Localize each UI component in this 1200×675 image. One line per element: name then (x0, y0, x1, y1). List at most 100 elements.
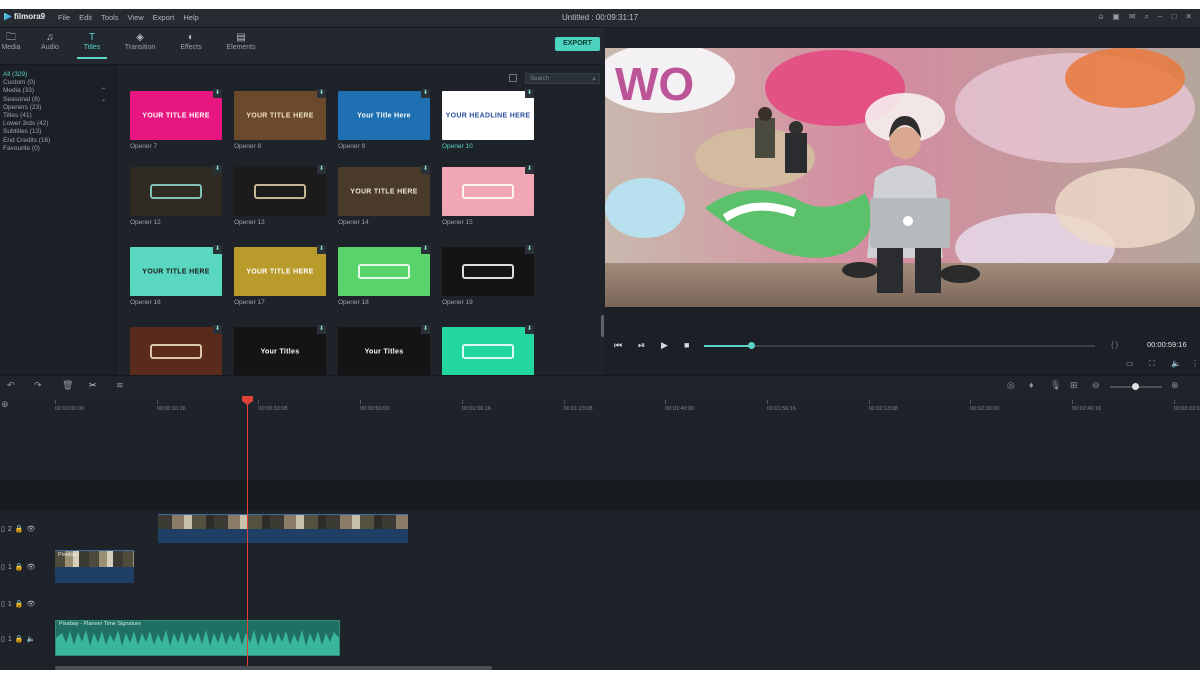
category-all[interactable]: All (329) (0, 71, 116, 79)
settings-icon[interactable]: ⋮ (1191, 359, 1199, 368)
title-thumbnail[interactable]: Your Title Here (338, 91, 430, 140)
title-thumbnail[interactable] (130, 327, 222, 376)
download-icon[interactable]: ⬇ (421, 89, 430, 98)
download-icon[interactable]: ⬇ (525, 245, 534, 254)
play-icon[interactable]: ▶ (661, 340, 668, 351)
menu-edit[interactable]: Edit (79, 13, 92, 22)
title-thumbnail[interactable]: YOUR HEADLINE HERE (442, 91, 534, 140)
eye-icon[interactable]: 👁 (26, 525, 35, 533)
title-thumbnail[interactable] (130, 167, 222, 216)
timeline-scrollbar[interactable] (55, 666, 492, 670)
category-end-credits[interactable]: End Credits (16) (0, 137, 116, 145)
playback-knob[interactable] (747, 342, 755, 349)
download-icon[interactable]: ⬇ (213, 245, 222, 254)
tab-titles[interactable]: T Titles (69, 32, 115, 59)
save-icon[interactable]: ▣ (1112, 12, 1120, 22)
marker-icon[interactable]: ♦ (1029, 380, 1034, 390)
close-icon[interactable]: ✕ (1185, 12, 1192, 22)
account-icon[interactable]: ⍝ (1098, 12, 1103, 22)
title-thumbnail[interactable]: YOUR TITLE HERE (130, 91, 222, 140)
message-icon[interactable]: ✉ (1129, 12, 1136, 22)
lock-icon[interactable]: 🔒 (15, 563, 24, 571)
title-thumbnail[interactable]: Your Titles (234, 327, 326, 376)
chevron-down-icon[interactable]: ⌄ (101, 96, 106, 104)
grid-scrollbar[interactable] (601, 315, 604, 337)
category-custom[interactable]: Custom (0) (0, 79, 116, 87)
playhead[interactable] (247, 401, 248, 670)
category-openers[interactable]: Openers (23) (0, 104, 116, 112)
title-thumbnail[interactable]: YOUR TITLE HERE (338, 167, 430, 216)
snapshot-icon[interactable]: ▭ (1126, 359, 1134, 368)
menu-help[interactable]: Help (183, 13, 198, 22)
title-thumbnail[interactable]: Your Titles (338, 327, 430, 376)
lock-icon[interactable]: 🔒 (15, 600, 24, 608)
eye-icon[interactable]: 👁 (26, 600, 35, 608)
title-thumbnail[interactable] (338, 247, 430, 296)
menu-file[interactable]: File (58, 13, 70, 22)
speaker-icon[interactable]: 🔈 (26, 635, 35, 643)
title-thumbnail[interactable] (442, 167, 534, 216)
tab-transition[interactable]: ◈ Transition (117, 32, 163, 51)
audio-clip[interactable]: Pixabay - Planner Time Signature (55, 620, 340, 656)
lock-icon[interactable]: 🔒 (15, 635, 24, 643)
category-lower-thirds[interactable]: Lower 3rds (42) (0, 120, 116, 128)
tab-effects[interactable]: ◐ Effects (168, 32, 214, 51)
zoom-knob[interactable] (1131, 383, 1139, 390)
add-track-icon[interactable]: ⊕ (1, 399, 9, 410)
category-favourite[interactable]: Favourite (0) (0, 145, 116, 153)
split-screen-icon[interactable]: ⊞ (1070, 380, 1078, 391)
play-pause-icon[interactable]: ⏯ (638, 340, 645, 351)
title-thumbnail[interactable] (442, 247, 534, 296)
volume-icon[interactable]: 🔈 (1171, 359, 1181, 368)
render-icon[interactable]: ◎ (1007, 380, 1015, 391)
download-icon[interactable]: ⬇ (317, 245, 326, 254)
timeline-ruler[interactable]: ⊕ 00:00:00:00 00:00:16:16 00:00:33:08 00:00… (0, 396, 1200, 420)
undo-icon[interactable]: ↶ (7, 380, 15, 391)
title-thumbnail[interactable] (442, 327, 534, 376)
fullscreen-icon[interactable]: ⛶ (1149, 359, 1155, 369)
menu-tools[interactable]: Tools (101, 13, 119, 22)
stop-icon[interactable]: ■ (684, 340, 689, 350)
tab-audio[interactable]: ♫ Audio (27, 32, 73, 51)
cut-icon[interactable]: ✂ (89, 380, 97, 391)
download-icon[interactable]: ⬇ (421, 325, 430, 334)
audio-mixer-icon[interactable]: ≋ (116, 380, 124, 391)
category-subtitles[interactable]: Subtitles (13) (0, 128, 116, 136)
export-button[interactable]: EXPORT (555, 37, 600, 51)
search-input[interactable]: Search ⌕ (525, 73, 600, 84)
download-icon[interactable]: ⬇ (525, 89, 534, 98)
download-icon[interactable]: ⬇ (213, 325, 222, 334)
voiceover-icon[interactable]: 🎙 (1050, 380, 1061, 391)
download-icon[interactable]: ⬇ (213, 89, 222, 98)
skip-back-icon[interactable]: ⏮ (614, 340, 622, 351)
download-icon[interactable]: ⬇ (317, 165, 326, 174)
video-clip[interactable]: Pixabay (55, 550, 134, 583)
record-icon[interactable]: ⌕ (1145, 12, 1149, 22)
menu-export[interactable]: Export (153, 13, 175, 22)
zoom-out-icon[interactable]: ⊖ (1092, 380, 1100, 391)
category-media[interactable]: Media (33) ⌃ (0, 87, 116, 95)
in-out-markers[interactable]: { } (1111, 340, 1118, 349)
lock-icon[interactable]: 🔒 (15, 525, 24, 533)
redo-icon[interactable]: ↷ (34, 380, 42, 391)
menu-view[interactable]: View (128, 13, 144, 22)
download-icon[interactable]: ⬇ (421, 165, 430, 174)
video-clip[interactable] (158, 514, 408, 543)
delete-icon[interactable]: 🗑 (62, 380, 73, 391)
title-thumbnail[interactable]: YOUR TITLE HERE (234, 91, 326, 140)
download-icon[interactable]: ⬇ (317, 89, 326, 98)
download-icon[interactable]: ⬇ (421, 245, 430, 254)
zoom-in-icon[interactable]: ⊕ (1171, 380, 1179, 391)
title-thumbnail[interactable] (234, 167, 326, 216)
category-titles[interactable]: Titles (41) (0, 112, 116, 120)
download-icon[interactable]: ⬇ (525, 325, 534, 334)
title-thumbnail[interactable]: YOUR TITLE HERE (130, 247, 222, 296)
eye-icon[interactable]: 👁 (26, 563, 35, 571)
download-icon[interactable]: ⬇ (317, 325, 326, 334)
download-icon[interactable]: ⬇ (213, 165, 222, 174)
maximize-icon[interactable]: □ (1171, 12, 1176, 22)
category-seasonal[interactable]: Seasonal (8) ⌄ (0, 96, 116, 104)
download-icon[interactable]: ⬇ (525, 165, 534, 174)
title-thumbnail[interactable]: YOUR TITLE HERE (234, 247, 326, 296)
grid-view-icon[interactable] (509, 74, 517, 82)
